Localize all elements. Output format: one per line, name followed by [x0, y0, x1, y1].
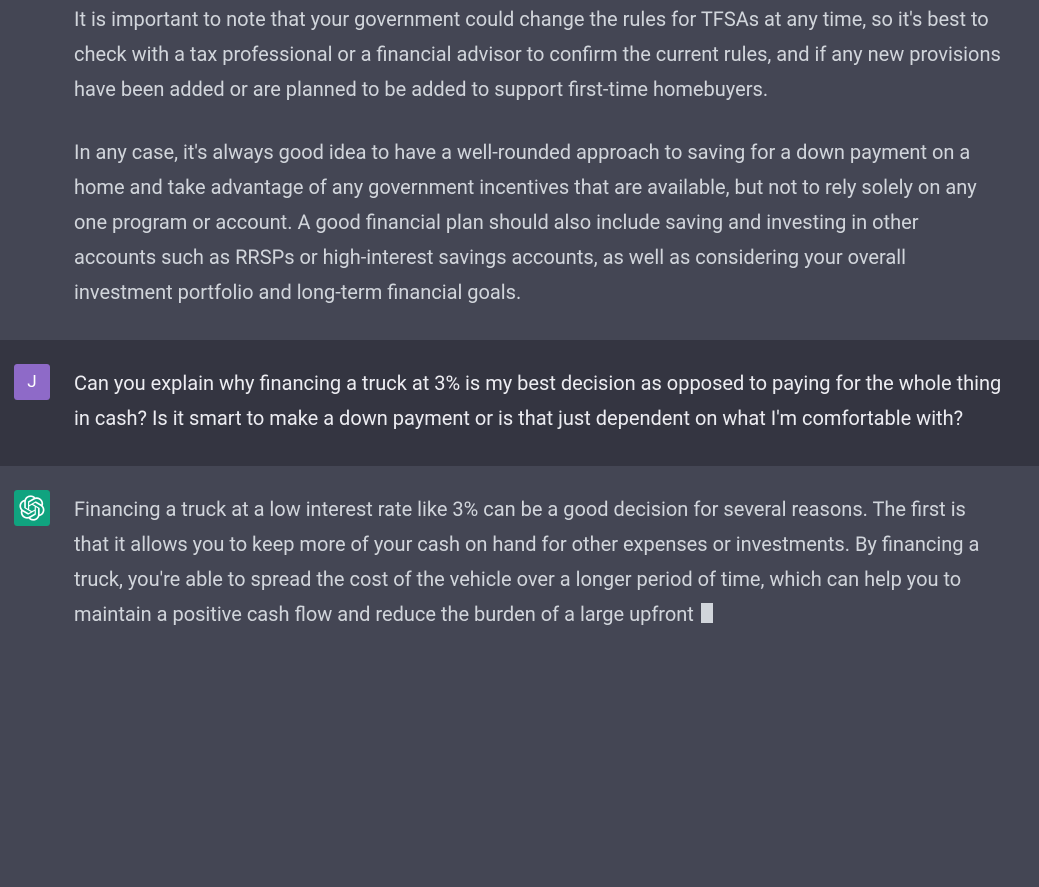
- assistant-message: Financing a truck at a low interest rate…: [0, 466, 1039, 662]
- assistant-avatar: [14, 490, 50, 526]
- user-avatar-initial: J: [27, 372, 36, 392]
- message-content: Financing a truck at a low interest rate…: [74, 490, 1025, 632]
- assistant-paragraph: In any case, it's always good idea to ha…: [74, 135, 1005, 310]
- avatar-spacer: [14, 0, 50, 310]
- message-content: Can you explain why financing a truck at…: [74, 364, 1025, 436]
- assistant-text-streaming: Financing a truck at a low interest rate…: [74, 492, 1005, 632]
- user-text: Can you explain why financing a truck at…: [74, 366, 1005, 436]
- typing-cursor-icon: [701, 603, 713, 623]
- message-content: It is important to note that your govern…: [74, 0, 1025, 310]
- assistant-message-continuation: It is important to note that your govern…: [0, 0, 1039, 340]
- user-message: J Can you explain why financing a truck …: [0, 340, 1039, 466]
- user-avatar: J: [14, 364, 50, 400]
- assistant-paragraph: It is important to note that your govern…: [74, 2, 1005, 107]
- openai-logo-icon: [19, 495, 45, 521]
